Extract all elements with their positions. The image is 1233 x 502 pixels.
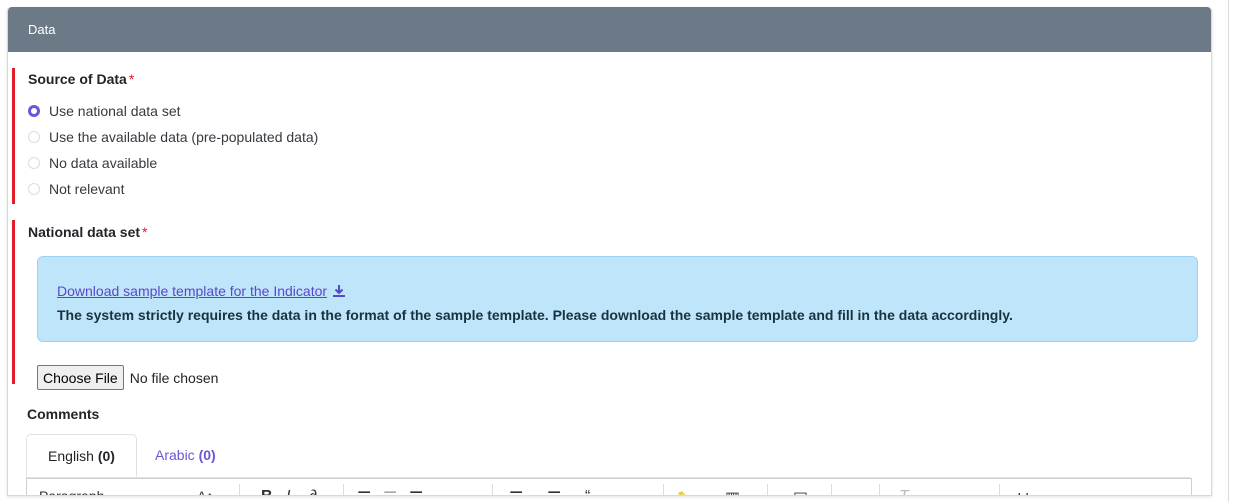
file-input[interactable]: Choose File No file chosen [37, 365, 218, 390]
image-icon[interactable]: ▣ [793, 488, 808, 495]
link-icon[interactable]: ∂ [309, 488, 317, 495]
horizontal-line-icon[interactable]: — [849, 488, 865, 495]
language-tabs: English (0) Arabic (0) [26, 434, 1190, 478]
page-right-border [1228, 0, 1229, 502]
block-quote-icon[interactable]: “ [585, 488, 590, 495]
panel-header: Data [8, 7, 1211, 52]
tab-arabic[interactable]: Arabic (0) [155, 434, 216, 476]
tab-english[interactable]: English (0) [26, 434, 137, 477]
file-status-text: No file chosen [129, 369, 219, 386]
toolbar-separator [999, 484, 1000, 495]
align-left-icon[interactable]: ☰ [357, 488, 371, 495]
radio-button[interactable] [28, 131, 40, 143]
toolbar-separator [879, 484, 880, 495]
toolbar-separator [492, 484, 493, 495]
paragraph-format-dropdown[interactable]: Paragraph [39, 488, 104, 495]
radio-label: Use the available data (pre-populated da… [49, 129, 319, 145]
required-asterisk: * [142, 224, 148, 240]
template-requirement-text: The system strictly requires the data in… [57, 307, 1013, 323]
comments-label: Comments [27, 406, 100, 422]
rich-text-toolbar: Paragraph A↕ B I ∂ ☰ ☰ ☰ ☰ ☰ “ ✎ ▦ ▣ — T… [26, 478, 1192, 495]
radio-not-relevant[interactable]: Not relevant [28, 179, 124, 199]
radio-label: Use national data set [49, 103, 181, 119]
radio-use-national-data-set[interactable]: Use national data set [28, 101, 181, 121]
bulleted-list-icon[interactable]: ☰ [509, 488, 523, 495]
choose-file-button[interactable]: Choose File [37, 365, 124, 390]
toolbar-separator [663, 484, 664, 495]
numbered-list-icon[interactable]: ☰ [547, 488, 561, 495]
data-panel: Data Source of Data * Use national data s… [7, 7, 1212, 496]
national-data-set-label: National data set * [28, 224, 148, 240]
required-asterisk: * [128, 71, 135, 87]
italic-icon[interactable]: I [286, 488, 290, 495]
tab-count: (0) [198, 447, 216, 463]
download-template-link[interactable]: Download sample template for the Indicat… [57, 283, 346, 299]
radio-button[interactable] [28, 157, 40, 169]
required-indicator-bar [12, 68, 15, 204]
radio-no-data-available[interactable]: No data available [28, 153, 157, 173]
undo-icon[interactable]: ← [927, 488, 943, 495]
radio-button-checked[interactable] [28, 105, 40, 117]
info-alert: Download sample template for the Indicat… [37, 256, 1198, 342]
highlight-icon[interactable]: ✎ [677, 488, 690, 495]
toolbar-separator [831, 484, 832, 495]
radio-label: Not relevant [49, 181, 125, 197]
panel-title: Data [28, 22, 56, 37]
source-of-data-label: Source of Data * [28, 71, 135, 87]
redo-icon[interactable]: → [967, 488, 983, 495]
tab-count: (0) [97, 448, 115, 464]
toolbar-separator [239, 484, 240, 495]
download-icon [333, 285, 346, 297]
font-size-icon[interactable]: A↕ [197, 488, 213, 495]
align-center-icon[interactable]: ☰ [383, 488, 397, 495]
toolbar-separator [343, 484, 344, 495]
bold-icon[interactable]: B [261, 488, 273, 495]
required-indicator-bar [12, 220, 15, 384]
align-right-icon[interactable]: ☰ [409, 488, 423, 495]
national-data-set-section: National data set * Download sample templ… [12, 220, 1198, 390]
radio-use-available-data[interactable]: Use the available data (pre-populated da… [28, 127, 318, 147]
remove-format-icon[interactable]: T [899, 488, 909, 495]
source-of-data-section: Source of Data * Use national data set Us… [12, 68, 1196, 204]
radio-button[interactable] [28, 183, 40, 195]
radio-label: No data available [49, 155, 158, 171]
table-icon[interactable]: ▦ [725, 488, 740, 495]
page-break-icon[interactable]: ⊔ [1017, 488, 1029, 495]
toolbar-separator [767, 484, 768, 495]
